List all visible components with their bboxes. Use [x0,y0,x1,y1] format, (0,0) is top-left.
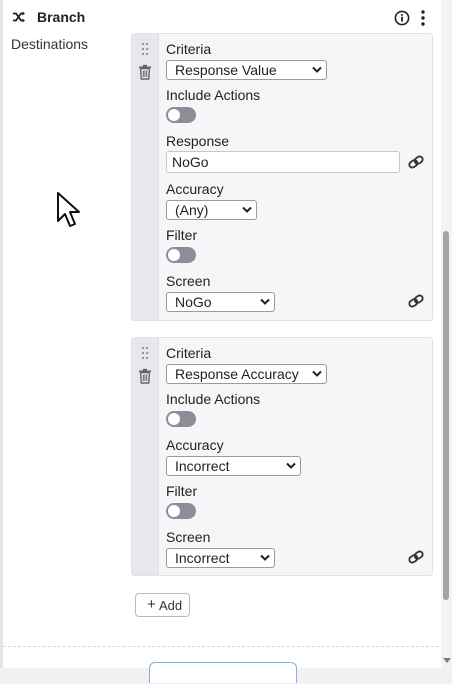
criteria-label: Criteria [166,345,212,361]
criteria-select[interactable]: Response Accuracy [166,364,327,384]
screen-select-value: Incorrect [175,550,230,566]
screen-select[interactable]: NoGo [166,292,275,312]
section-divider [3,646,439,647]
screen-label: Screen [166,273,211,289]
criteria-select-value: Response Value [175,62,277,78]
kebab-icon[interactable] [419,9,427,27]
response-input[interactable]: NoGo [166,151,400,173]
screen-select-value: NoGo [175,294,212,310]
scroll-down-arrow-icon[interactable] [443,658,451,663]
toggle-knob [168,249,180,261]
drag-handle-icon[interactable] [141,346,149,360]
accuracy-select[interactable]: Incorrect [166,456,301,476]
accuracy-label: Accuracy [166,181,224,197]
include-actions-toggle[interactable] [166,107,196,123]
toggle-knob [168,505,180,517]
criteria-label: Criteria [166,41,212,57]
filter-label: Filter [166,227,198,243]
chevron-down-icon [242,206,252,213]
chevron-down-icon [260,298,270,305]
filter-label: Filter [166,483,198,499]
branch-card: Criteria Response Accuracy Include Actio… [131,337,433,576]
accuracy-select-value: Incorrect [175,458,230,474]
link-icon[interactable] [407,153,425,171]
screen-select[interactable]: Incorrect [166,548,275,568]
trash-icon[interactable] [138,64,152,80]
info-icon[interactable] [394,10,410,26]
add-branch-button[interactable]: + Add [135,593,190,617]
response-label: Response [166,133,230,149]
trash-icon[interactable] [138,368,152,384]
branch-panel: Branch Destinations Criteria Response Va… [0,0,452,684]
include-actions-label: Include Actions [166,391,261,407]
accuracy-select[interactable]: (Any) [166,200,257,220]
criteria-select[interactable]: Response Value [166,60,327,80]
accuracy-label: Accuracy [166,437,224,453]
link-icon[interactable] [407,548,425,566]
response-input-value: NoGo [172,154,209,170]
accuracy-select-value: (Any) [175,202,209,218]
include-actions-toggle[interactable] [166,411,196,427]
toggle-knob [168,109,180,121]
include-actions-label: Include Actions [166,87,261,103]
chevron-down-icon [312,370,322,377]
chevron-down-icon [260,554,270,561]
filter-toggle[interactable] [166,503,196,519]
panel-left-border [0,0,3,668]
panel-header: Branch [0,0,440,34]
mouse-cursor-icon [57,192,80,227]
criteria-select-value: Response Accuracy [175,366,299,382]
drag-handle-icon[interactable] [141,42,149,56]
add-button-label: Add [159,598,183,613]
link-icon[interactable] [407,292,425,310]
shuffle-icon [13,11,25,23]
screen-label: Screen [166,529,211,545]
toggle-knob [168,413,180,425]
chevron-down-icon [286,462,296,469]
scrollbar-thumb[interactable] [443,231,449,600]
branch-card: Criteria Response Value Include Actions … [131,33,433,321]
card-handle-strip [132,34,159,320]
card-handle-strip [132,338,159,575]
panel-title: Branch [37,9,86,25]
destinations-label: Destinations [11,36,89,52]
filter-toggle[interactable] [166,247,196,263]
footer-button-edge[interactable] [149,662,297,683]
chevron-down-icon [312,66,322,73]
plus-icon: + [147,596,156,613]
